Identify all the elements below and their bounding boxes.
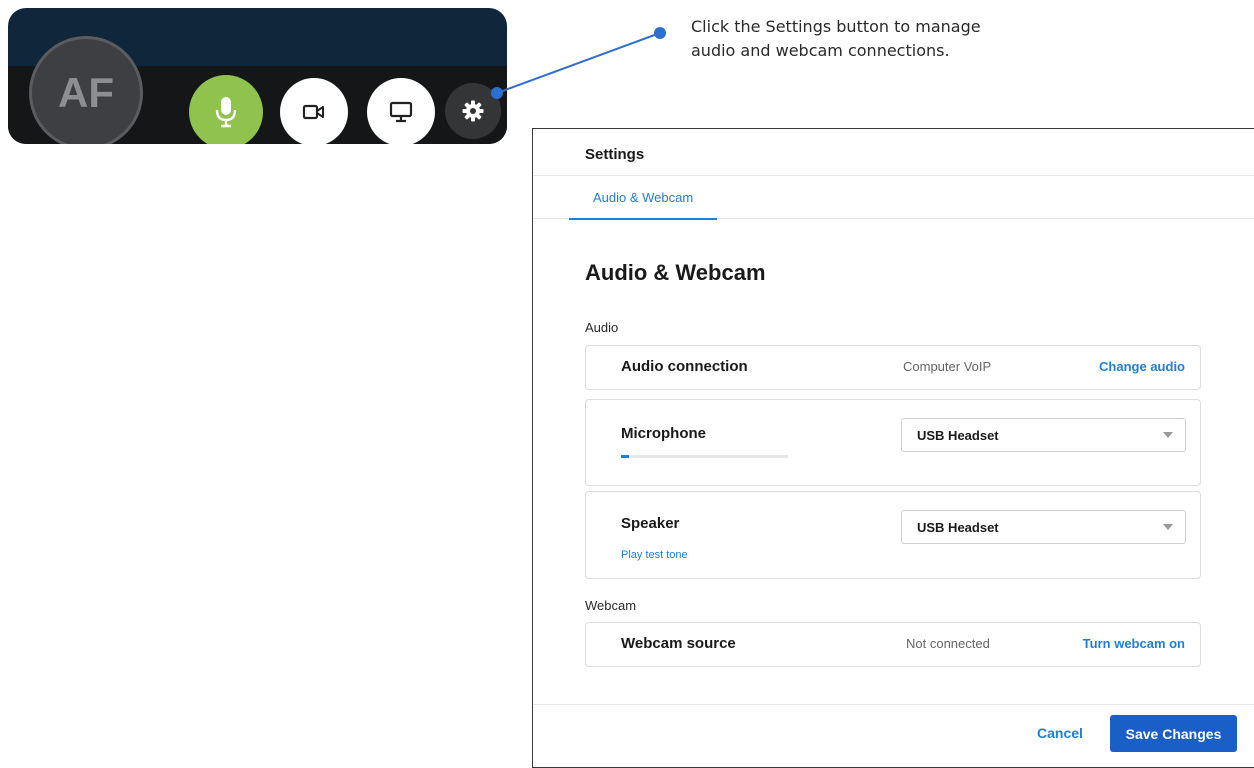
monitor-icon <box>389 101 413 123</box>
call-toolbar: AF <box>8 8 507 144</box>
cancel-button[interactable]: Cancel <box>1037 725 1083 741</box>
settings-button[interactable] <box>445 83 501 139</box>
webcam-source-value: Not connected <box>906 636 990 651</box>
microphone-button[interactable] <box>189 75 263 144</box>
webcam-group-label: Webcam <box>585 598 637 613</box>
audio-connection-row: Audio connection Computer VoIP Change au… <box>585 345 1201 390</box>
callout-text: Click the Settings button to manage audi… <box>691 17 981 60</box>
footer-divider <box>533 704 1254 705</box>
speaker-row: Speaker Play test tone USB Headset <box>585 491 1201 579</box>
speaker-select-value: USB Headset <box>917 519 999 535</box>
save-changes-button[interactable]: Save Changes <box>1110 715 1237 752</box>
microphone-level-fill <box>621 455 630 458</box>
audio-connection-value: Computer VoIP <box>903 359 992 374</box>
play-test-tone-link[interactable]: Play test tone <box>621 549 688 561</box>
avatar-initials: AF <box>58 69 114 116</box>
tab-audio-webcam[interactable]: Audio & Webcam <box>569 176 718 220</box>
tab-bar: Audio & Webcam <box>533 175 1254 220</box>
audio-connection-label: Audio connection <box>621 358 748 375</box>
avatar: AF <box>29 36 143 144</box>
video-button[interactable] <box>280 78 348 144</box>
turn-webcam-on-link[interactable]: Turn webcam on <box>1083 636 1185 651</box>
screen-share-button[interactable] <box>367 78 435 144</box>
microphone-select-value: USB Headset <box>917 427 999 443</box>
microphone-row: Microphone USB Headset <box>585 399 1201 486</box>
gear-icon <box>461 99 485 123</box>
panel-title: Settings <box>585 146 645 163</box>
change-audio-link[interactable]: Change audio <box>1099 359 1185 374</box>
video-camera-icon <box>302 103 326 121</box>
speaker-select[interactable]: USB Headset <box>901 510 1186 544</box>
microphone-icon <box>213 95 239 129</box>
audio-group-label: Audio <box>585 320 619 335</box>
webcam-source-row: Webcam source Not connected Turn webcam … <box>585 622 1201 667</box>
settings-panel: Settings Audio & Webcam Audio & Webcam A… <box>532 128 1254 768</box>
microphone-level-meter <box>621 455 788 458</box>
microphone-label: Microphone <box>621 425 706 442</box>
microphone-select[interactable]: USB Headset <box>901 418 1186 452</box>
webcam-source-label: Webcam source <box>621 635 736 652</box>
chevron-down-icon <box>1163 432 1173 438</box>
speaker-label: Speaker <box>621 515 680 532</box>
section-heading: Audio & Webcam <box>585 260 766 285</box>
chevron-down-icon <box>1163 524 1173 530</box>
